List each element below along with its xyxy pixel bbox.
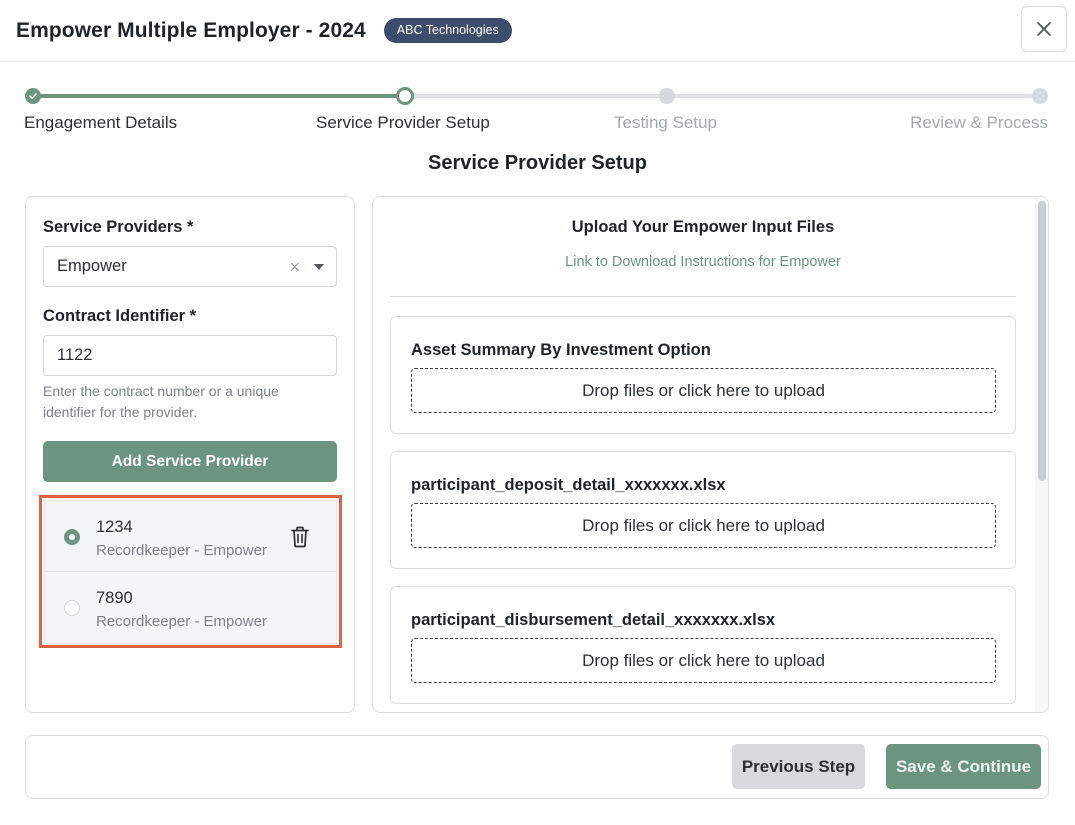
step-2-current-dot — [396, 87, 414, 105]
provider-radio-selected[interactable] — [64, 529, 80, 545]
add-service-provider-button[interactable]: Add Service Provider — [43, 441, 337, 482]
previous-step-button[interactable]: Previous Step — [732, 744, 865, 789]
section-title: Service Provider Setup — [428, 152, 647, 174]
divider — [390, 296, 1016, 297]
list-item[interactable]: 7890 Recordkeeper - Empower — [44, 572, 337, 644]
file-dropzone[interactable]: Drop files or click here to upload — [411, 503, 996, 548]
upload-files-panel: Upload Your Empower Input Files Link to … — [372, 196, 1049, 713]
clear-selection-icon[interactable]: × — [289, 258, 300, 276]
provider-contract-id: 1234 — [96, 518, 133, 536]
save-continue-button[interactable]: Save & Continue — [886, 744, 1041, 789]
file-name: participant_deposit_detail_xxxxxxx.xlsx — [411, 476, 726, 494]
service-provider-select[interactable]: Empower × — [43, 246, 337, 287]
progress-stepper: Engagement Details Service Provider Setu… — [0, 80, 1075, 140]
step-1-complete-dot — [25, 88, 41, 104]
file-upload-card: participant_disbursement_detail_xxxxxxx.… — [390, 586, 1016, 704]
contract-identifier-input[interactable] — [43, 335, 337, 376]
file-upload-card: Asset Summary By Investment Option Drop … — [390, 316, 1016, 434]
list-item[interactable]: 1234 Recordkeeper - Empower — [44, 500, 337, 572]
provider-contract-id: 7890 — [96, 589, 133, 607]
modal-title: Empower Multiple Employer - 2024 — [16, 18, 366, 42]
step-4-pending-dot — [1032, 88, 1048, 104]
step-engagement-details[interactable]: Engagement Details — [24, 113, 177, 133]
scrollbar-thumb[interactable] — [1038, 201, 1046, 481]
provider-role: Recordkeeper - Empower — [96, 613, 267, 630]
download-instructions-link[interactable]: Link to Download Instructions for Empowe… — [373, 254, 1033, 270]
file-dropzone[interactable]: Drop files or click here to upload — [411, 638, 996, 683]
chevron-down-icon[interactable] — [314, 264, 324, 270]
service-provider-form-panel: Service Providers * Empower × Contract I… — [25, 196, 355, 713]
file-upload-card: participant_deposit_detail_xxxxxxx.xlsx … — [390, 451, 1016, 569]
file-name: Asset Summary By Investment Option — [411, 341, 711, 359]
trash-icon[interactable] — [289, 525, 311, 549]
step-review-process: Review & Process — [910, 113, 1048, 132]
upload-title: Upload Your Empower Input Files — [571, 218, 835, 236]
close-button[interactable] — [1021, 6, 1067, 52]
close-icon — [1037, 22, 1051, 36]
provider-role: Recordkeeper - Empower — [96, 542, 267, 559]
contract-identifier-label: Contract Identifier * — [43, 307, 197, 325]
step-service-provider-setup[interactable]: Service Provider Setup — [316, 113, 490, 133]
contract-identifier-helper: Enter the contract number or a unique id… — [43, 383, 279, 420]
check-icon — [29, 93, 37, 99]
modal-footer: Previous Step Save & Continue — [25, 735, 1049, 799]
step-3-pending-dot — [659, 88, 675, 104]
step-testing-setup: Testing Setup — [614, 113, 718, 132]
stepper-track-complete — [33, 94, 405, 98]
provider-list: 1234 Recordkeeper - Empower 7890 Recordk… — [39, 495, 342, 648]
service-providers-label: Service Providers * — [43, 218, 194, 236]
modal-header: Empower Multiple Employer - 2024 ABC Tec… — [0, 0, 1075, 62]
service-provider-selected-value: Empower — [57, 257, 127, 275]
provider-radio-unselected[interactable] — [64, 600, 80, 616]
organization-badge: ABC Technologies — [383, 18, 512, 43]
file-dropzone[interactable]: Drop files or click here to upload — [411, 368, 996, 413]
stepper-track-pending — [405, 94, 1040, 98]
file-name: participant_disbursement_detail_xxxxxxx.… — [411, 611, 776, 629]
